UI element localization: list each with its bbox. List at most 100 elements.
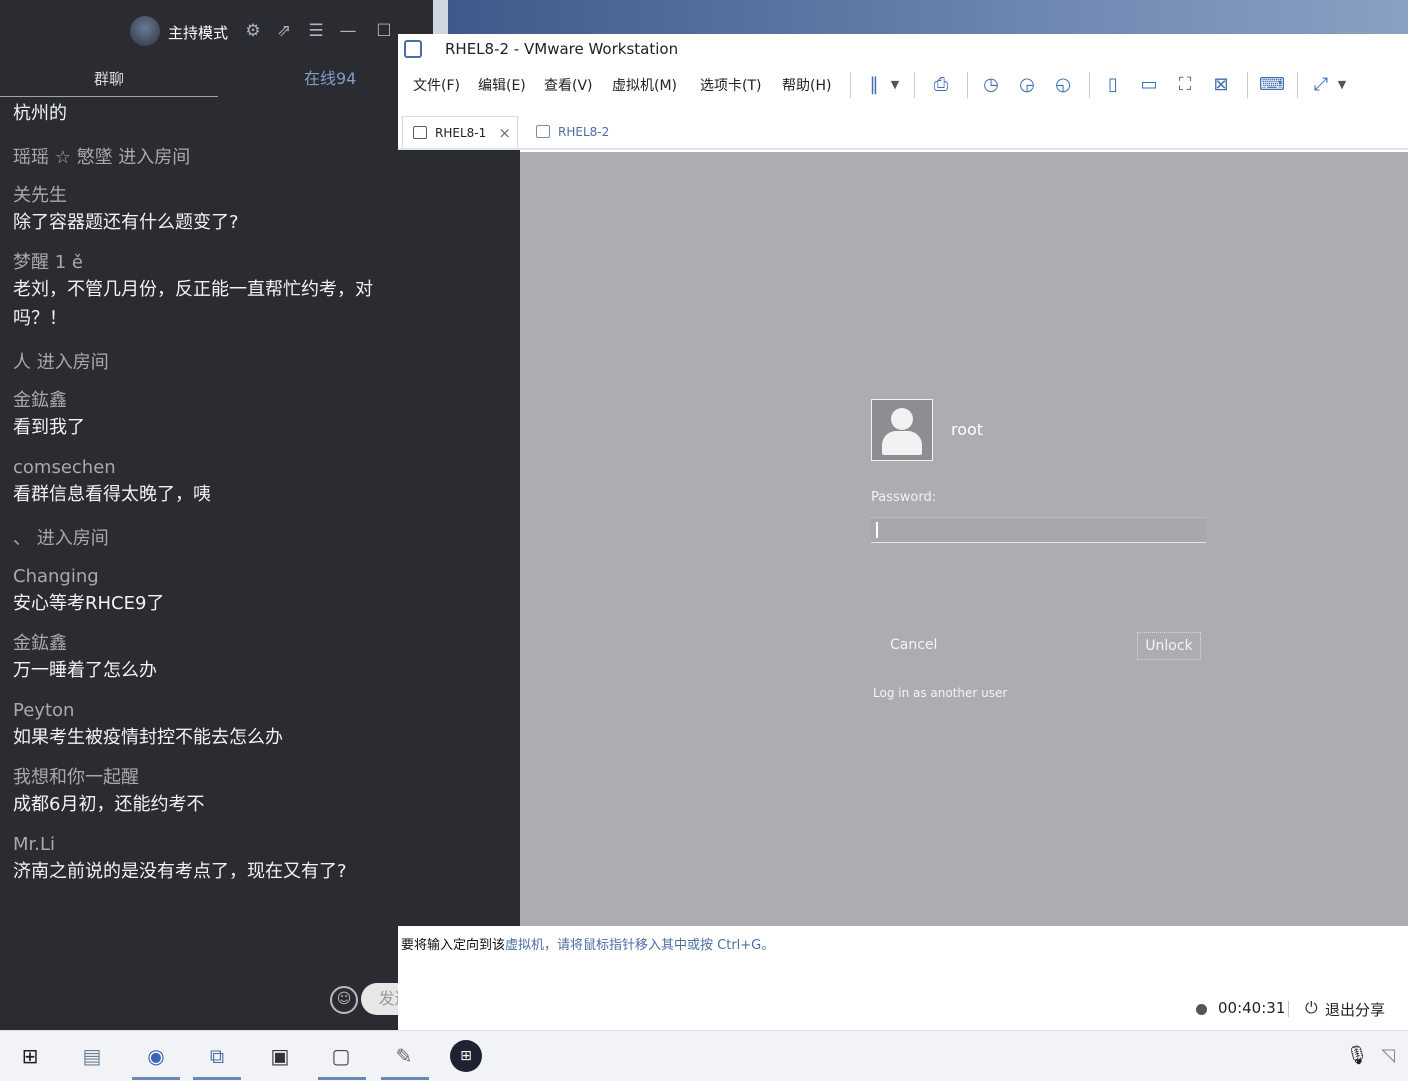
menu-edit[interactable]: 编辑(E) [478, 75, 526, 95]
system-message: 、 进入房间 [13, 528, 109, 549]
tab-rhel8-2[interactable]: RHEL8-2 [526, 116, 638, 148]
sidebar-icon[interactable]: ▯ [1101, 73, 1125, 97]
unlock-button[interactable]: Unlock [1137, 632, 1201, 660]
vm-sidebar [398, 150, 520, 926]
message-sender[interactable]: Mr.Li [13, 833, 413, 857]
message-text: 杭州的 [13, 103, 67, 124]
vm-tab-bar: RHEL8-1 × RHEL8-2 [398, 112, 1408, 150]
system-message: 瑶瑶 ☆ 慜墜 进入房间 [13, 147, 191, 168]
snapshot-manager-icon[interactable]: ◵ [1051, 73, 1075, 97]
user-body-icon [882, 431, 922, 455]
avatar [871, 399, 933, 461]
vmware-window: RHEL8-2 - VMware Workstation 文件(F) 编辑(E)… [398, 34, 1408, 1030]
windows-start-icon[interactable]: ⊞ [14, 1040, 46, 1072]
chat-header: 主持模式 ⚙ ⇗ ☰ — ☐ [0, 0, 433, 60]
send-ctrl-alt-del-icon[interactable]: ⎙ [929, 73, 953, 97]
chat-panel: 主持模式 ⚙ ⇗ ☰ — ☐ 群聊 在线94 杭州的 瑶瑶 ☆ 慜墜 进入房间关… [0, 0, 433, 1030]
message-sender[interactable]: 梦醒 1 ě [13, 251, 413, 275]
message-text: 看群信息看得太晚了，咦 [13, 484, 211, 505]
message-text: 万一睡着了怎么办 [13, 660, 157, 681]
tab-group-chat[interactable]: 群聊 [0, 62, 218, 97]
login-username: root [951, 420, 984, 439]
tab-rhel8-1[interactable]: RHEL8-1 × [402, 116, 518, 148]
meeting-app-icon[interactable]: ⊞ [450, 1040, 482, 1072]
message-text: 安心等考RHCE9了 [13, 593, 165, 614]
toolbar-divider [914, 72, 915, 98]
snapshot-restore-icon[interactable]: ◶ [1015, 73, 1039, 97]
close-icon[interactable]: × [498, 117, 511, 149]
console-view-icon[interactable]: ▭ [1137, 73, 1161, 97]
message-text: 除了容器题还有什么题变了? [13, 212, 239, 233]
pause-icon[interactable]: ‖ [862, 73, 886, 97]
recording-icon [1196, 1004, 1207, 1015]
password-label: Password: [871, 490, 937, 505]
message-text: 成都6月初，还能约考不 [13, 794, 205, 815]
message-sender[interactable]: 关先生 [13, 184, 413, 208]
cancel-button[interactable]: Cancel [890, 637, 937, 653]
taskbar: ⊞ ▤ ◉ ⧉ ▣ ▢ ✎ ⊞ 🎙 ◹ [0, 1030, 1408, 1081]
message-sender[interactable]: comsechen [13, 456, 413, 480]
toolbar-divider [967, 72, 968, 98]
vm-status-bar: 要将输入定向到该虚拟机，请将鼠标指针移入其中或按 Ctrl+G。 [398, 928, 1408, 956]
unity-icon[interactable]: ⊠ [1209, 73, 1233, 97]
message-list: 杭州的 瑶瑶 ☆ 慜墜 进入房间关先生除了容器题还有什么题变了? 梦醒 1 ě 老刘… [13, 100, 413, 886]
menu-help[interactable]: 帮助(H) [782, 75, 831, 95]
status-message: 要将输入定向到该虚拟机，请将鼠标指针移入其中或按 Ctrl+G。 [401, 934, 774, 953]
chevron-down-icon[interactable]: ▼ [888, 73, 902, 97]
vm-screen[interactable]: root Password: Cancel Unlock Log in as a… [520, 152, 1408, 926]
power-icon[interactable]: ⏻ [1305, 998, 1318, 1018]
terminal-icon[interactable]: ⌨ [1259, 73, 1285, 97]
tab-online-count[interactable]: 在线94 [304, 62, 356, 96]
message-text: 老刘，不管几月份，反正能一直帮忙约考，对 吗？！ [13, 279, 373, 329]
chat-tabs: 群聊 在线94 [0, 62, 433, 98]
message-text: 济南之前说的是没有考点了，现在又有了? [13, 861, 347, 882]
gear-icon[interactable]: ⚙ [242, 20, 264, 42]
password-field[interactable] [871, 517, 1206, 543]
message-text: 如果考生被疫情封控不能去怎么办 [13, 727, 283, 748]
message-sender[interactable]: Peyton [13, 699, 413, 723]
minimize-icon[interactable]: — [337, 20, 359, 42]
browser-icon[interactable]: ◉ [140, 1040, 172, 1072]
fullscreen-icon[interactable]: ⛶ [1173, 73, 1197, 97]
tab-label: RHEL8-2 [558, 125, 610, 139]
status-rest: 虚拟机，请将鼠标指针移入其中或按 Ctrl+G。 [505, 938, 775, 953]
message-sender[interactable]: 我想和你一起醒 [13, 766, 413, 790]
title-bar: RHEL8-2 - VMware Workstation [398, 34, 1408, 64]
popout-icon[interactable]: ⇗ [273, 20, 295, 42]
vm-tab-icon [413, 126, 427, 139]
stretch-icon[interactable]: ⤢ [1309, 73, 1333, 97]
microphone-icon[interactable]: 🎙 [1341, 1040, 1373, 1072]
window-title: RHEL8-2 - VMware Workstation [445, 40, 679, 58]
share-timer: 00:40:31 [1218, 999, 1286, 1017]
chevron-down-icon[interactable]: ▼ [1335, 73, 1349, 97]
menu-tabs[interactable]: 选项卡(T) [700, 75, 761, 95]
toolbar-divider [1247, 72, 1248, 98]
message-sender[interactable]: 金鈜鑫 [13, 632, 413, 656]
user-head-icon [891, 408, 913, 430]
file-explorer-icon[interactable]: ▤ [76, 1040, 108, 1072]
avatar[interactable] [130, 16, 160, 46]
toolbar-divider [1089, 72, 1090, 98]
message-sender[interactable]: Changing [13, 565, 413, 589]
menu-view[interactable]: 查看(V) [544, 75, 593, 95]
login-other-user-link[interactable]: Log in as another user [873, 686, 1007, 700]
menu-vm[interactable]: 虚拟机(M) [612, 75, 677, 95]
vm-tab-icon [536, 125, 550, 138]
vmware-icon[interactable]: ⧉ [201, 1040, 233, 1072]
feather-app-icon[interactable]: ✎ [388, 1040, 420, 1072]
menu-bar: 文件(F) 编辑(E) 查看(V) 虚拟机(M) 选项卡(T) 帮助(H) ‖ … [398, 66, 1408, 104]
screen-share-bar: 00:40:31 ⏻ 退出分享 [398, 970, 1408, 1030]
exit-share-button[interactable]: 退出分享 [1325, 999, 1385, 1020]
menu-icon[interactable]: ☰ [305, 20, 327, 42]
message-sender[interactable]: 金鈜鑫 [13, 389, 413, 413]
message-text: 看到我了 [13, 417, 85, 438]
terminal-icon[interactable]: ▣ [264, 1040, 296, 1072]
snapshot-icon[interactable]: ◷ [979, 73, 1003, 97]
app-window-icon[interactable]: ▢ [325, 1040, 357, 1072]
network-icon[interactable]: ◹ [1372, 1040, 1404, 1072]
maximize-icon[interactable]: ☐ [373, 20, 395, 42]
desktop-wallpaper [448, 0, 1408, 34]
text-cursor [876, 522, 878, 538]
emoji-icon[interactable]: ☺ [330, 986, 358, 1014]
menu-file[interactable]: 文件(F) [413, 75, 460, 95]
